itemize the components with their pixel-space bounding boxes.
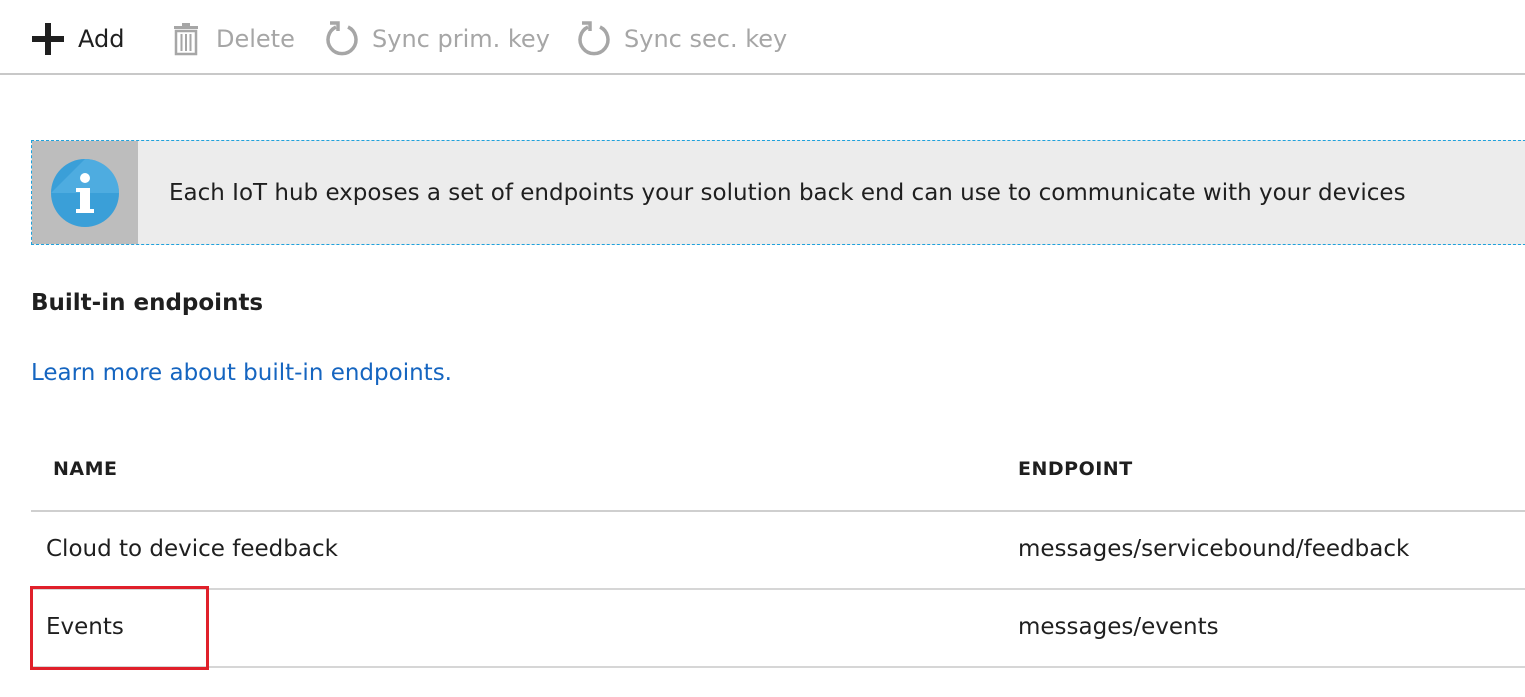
trash-icon [174,23,198,56]
sync-primary-key-button[interactable]: Sync prim. key [324,20,550,58]
table-row[interactable]: Events messages/events [31,590,1525,668]
refresh-icon [578,21,610,56]
info-icon [51,158,119,227]
endpoint-name: Events [46,614,124,640]
column-header-endpoint: ENDPOINT [1018,458,1133,480]
section-title: Built-in endpoints [31,290,264,316]
refresh-icon [326,21,358,56]
endpoint-name: Cloud to device feedback [46,536,338,562]
endpoints-table: NAME ENDPOINT Cloud to device feedback m… [31,430,1525,668]
delete-button[interactable]: Delete [168,20,295,58]
table-row[interactable]: Cloud to device feedback messages/servic… [31,512,1525,590]
command-toolbar: Add Delete Sync prim. key Sync sec. key [0,0,1525,75]
sync-secondary-key-label: Sync sec. key [624,25,788,53]
info-banner: Each IoT hub exposes a set of endpoints … [31,140,1525,245]
info-icon-container [32,141,138,244]
info-banner-text: Each IoT hub exposes a set of endpoints … [169,179,1406,206]
column-header-name: NAME [53,458,118,480]
delete-label: Delete [216,25,295,53]
endpoint-path: messages/events [1018,614,1219,640]
sync-primary-key-label: Sync prim. key [372,25,550,53]
endpoint-path: messages/servicebound/feedback [1018,536,1410,562]
sync-secondary-key-button[interactable]: Sync sec. key [576,20,787,58]
learn-more-link[interactable]: Learn more about built-in endpoints. [31,360,452,386]
add-button[interactable]: Add [30,20,124,58]
plus-icon [32,23,64,55]
add-label: Add [78,25,125,53]
table-header: NAME ENDPOINT [31,430,1525,512]
